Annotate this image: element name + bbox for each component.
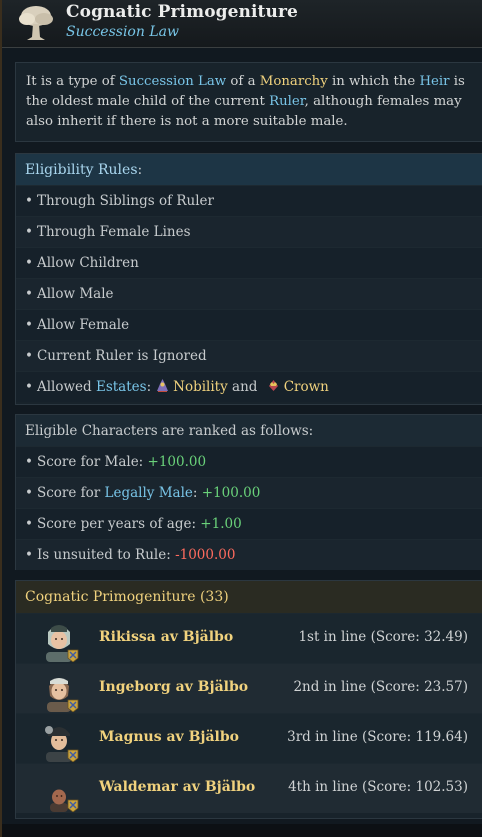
eligibility-heading-text: Eligibility Rules [25,162,138,178]
character-first-name: Rikissa [99,629,156,645]
character-rank: 1st in line (Score: 32.49) [298,629,468,645]
score-label: : [192,485,202,501]
rule-text: : [146,379,152,395]
score-label: Score per years of age: [36,516,201,532]
desc-text: in which the [327,74,420,89]
crown-estate-link[interactable]: Crown [284,379,329,395]
score-value: +100.00 [201,485,261,501]
succession-law-link[interactable]: Succession Law [119,74,226,89]
heading-colon: : [137,162,143,178]
heir-link[interactable]: Heir [419,74,449,89]
rule-text: Current Ruler is Ignored [36,348,207,364]
ranking-heading: Eligible Characters are ranked as follow… [16,415,482,446]
score-value: +1.00 [200,516,242,532]
character-rank: 2nd in line (Score: 23.57) [293,679,468,695]
score-label: Is unsuited to Rule: [36,547,176,563]
page-subtitle: Succession Law [66,24,179,40]
score-value: -1000.00 [175,547,236,563]
ranking-panel: Eligible Characters are ranked as follow… [15,414,482,570]
tooltip-header: Cognatic Primogeniture Succession Law [2,0,482,48]
rule-item: • Through Female Lines [16,216,482,247]
desc-text: of a [226,74,260,89]
character-row[interactable]: Ingeborg av Bjälbo 2nd in line (Score: 2… [16,663,482,713]
rule-text: Through Siblings of Ruler [36,193,215,209]
nobility-estate-icon [157,379,169,392]
rule-item: • Current Ruler is Ignored [16,340,482,371]
bottom-edge [2,824,482,837]
character-house: av Bjälbo [160,629,234,645]
character-first-name: Magnus [99,729,162,745]
ruler-link[interactable]: Ruler [269,94,305,109]
character-rank: 4th in line (Score: 102.53) [288,779,468,795]
succession-list-panel: Cognatic Primogeniture (33) Rikissa av B… [15,580,482,819]
character-name[interactable]: Ingeborg av Bjälbo [99,679,248,695]
character-portrait[interactable] [36,616,82,662]
character-house: av Bjälbo [175,679,249,695]
character-name[interactable]: Magnus av Bjälbo [99,729,239,745]
score-label: Score for Male: [36,454,148,470]
eligibility-heading: Eligibility Rules: [16,154,482,185]
character-rank: 3rd in line (Score: 119.64) [287,729,468,745]
description-panel: It is a type of Succession Law of a Mona… [15,62,482,142]
character-portrait[interactable] [36,666,82,712]
estates-link[interactable]: Estates [96,379,147,395]
character-portrait[interactable] [36,766,82,812]
monarchy-link[interactable]: Monarchy [260,74,328,89]
unsuited-row: • Is unsuited to Rule: -1000.00 [16,539,482,570]
rule-text: Allow Male [36,286,114,302]
score-age-row: • Score per years of age: +1.00 [16,508,482,539]
rule-item: • Allow Male [16,278,482,309]
nobility-estate-link[interactable]: Nobility [173,379,228,395]
character-name[interactable]: Waldemar av Bjälbo [99,779,255,795]
rule-text: Allowed [36,379,96,395]
character-row[interactable]: Waldemar av Bjälbo 4th in line (Score: 1… [16,763,482,813]
tooltip-window: Cognatic Primogeniture Succession Law It… [0,0,482,837]
character-row[interactable]: Rikissa av Bjälbo 1st in line (Score: 32… [16,613,482,663]
rule-item: • Allow Children [16,247,482,278]
rule-text: Allow Female [36,317,130,333]
rule-item: • Through Siblings of Ruler [16,185,482,216]
character-first-name: Ingeborg [99,679,171,695]
rule-text: and [227,379,262,395]
crown-estate-icon [268,380,278,391]
page-title: Cognatic Primogeniture [66,2,298,22]
character-row[interactable]: Magnus av Bjälbo 3rd in line (Score: 119… [16,713,482,763]
character-house: av Bjälbo [182,779,256,795]
succession-list-heading: Cognatic Primogeniture (33) [16,581,482,613]
rule-item-estates: • Allowed Estates: Nobility and Crown [16,371,482,402]
rule-item: • Allow Female [16,309,482,340]
rule-text: Allow Children [36,255,139,271]
desc-text: It is a type of [26,74,119,89]
rule-text: Through Female Lines [36,224,191,240]
character-name[interactable]: Rikissa av Bjälbo [99,629,233,645]
character-house: av Bjälbo [166,729,239,745]
tree-icon [19,6,53,40]
character-portrait[interactable] [36,716,82,762]
score-label: Score for [36,485,105,501]
score-legally-male-row: • Score for Legally Male: +100.00 [16,477,482,508]
eligibility-panel: Eligibility Rules: • Through Siblings of … [15,153,482,405]
score-male-row: • Score for Male: +100.00 [16,446,482,477]
score-value: +100.00 [147,454,207,470]
legally-male-link[interactable]: Legally Male [105,485,193,501]
character-first-name: Waldemar [99,779,178,795]
